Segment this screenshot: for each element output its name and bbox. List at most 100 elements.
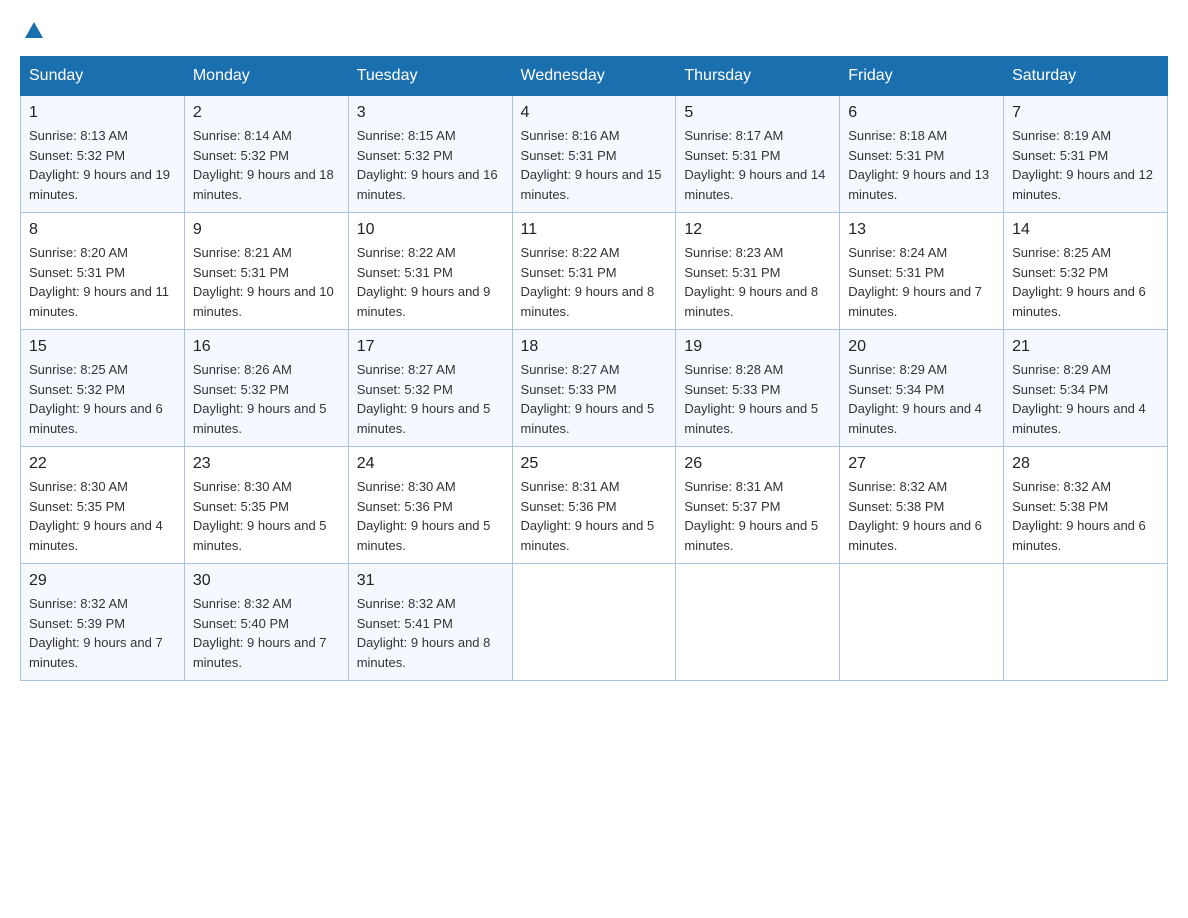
day-info: Sunrise: 8:31 AMSunset: 5:36 PMDaylight:… <box>521 479 655 553</box>
day-info: Sunrise: 8:32 AMSunset: 5:39 PMDaylight:… <box>29 596 163 670</box>
day-number: 30 <box>193 572 340 590</box>
day-cell <box>512 564 676 681</box>
header-cell-sunday: Sunday <box>21 57 185 96</box>
day-cell: 11 Sunrise: 8:22 AMSunset: 5:31 PMDaylig… <box>512 213 676 330</box>
day-cell: 20 Sunrise: 8:29 AMSunset: 5:34 PMDaylig… <box>840 330 1004 447</box>
day-cell: 30 Sunrise: 8:32 AMSunset: 5:40 PMDaylig… <box>184 564 348 681</box>
day-info: Sunrise: 8:20 AMSunset: 5:31 PMDaylight:… <box>29 245 169 319</box>
day-cell: 10 Sunrise: 8:22 AMSunset: 5:31 PMDaylig… <box>348 213 512 330</box>
day-cell: 26 Sunrise: 8:31 AMSunset: 5:37 PMDaylig… <box>676 447 840 564</box>
header-cell-wednesday: Wednesday <box>512 57 676 96</box>
day-info: Sunrise: 8:27 AMSunset: 5:33 PMDaylight:… <box>521 362 655 436</box>
day-info: Sunrise: 8:17 AMSunset: 5:31 PMDaylight:… <box>684 128 825 202</box>
day-cell: 6 Sunrise: 8:18 AMSunset: 5:31 PMDayligh… <box>840 96 1004 213</box>
day-cell: 4 Sunrise: 8:16 AMSunset: 5:31 PMDayligh… <box>512 96 676 213</box>
day-cell: 29 Sunrise: 8:32 AMSunset: 5:39 PMDaylig… <box>21 564 185 681</box>
day-number: 7 <box>1012 104 1159 122</box>
calendar-body: 1 Sunrise: 8:13 AMSunset: 5:32 PMDayligh… <box>21 96 1168 681</box>
day-info: Sunrise: 8:13 AMSunset: 5:32 PMDaylight:… <box>29 128 170 202</box>
day-cell: 17 Sunrise: 8:27 AMSunset: 5:32 PMDaylig… <box>348 330 512 447</box>
day-info: Sunrise: 8:32 AMSunset: 5:40 PMDaylight:… <box>193 596 327 670</box>
day-number: 27 <box>848 455 995 473</box>
day-number: 10 <box>357 221 504 239</box>
day-number: 1 <box>29 104 176 122</box>
week-row-4: 22 Sunrise: 8:30 AMSunset: 5:35 PMDaylig… <box>21 447 1168 564</box>
calendar-table: SundayMondayTuesdayWednesdayThursdayFrid… <box>20 56 1168 681</box>
day-number: 22 <box>29 455 176 473</box>
day-number: 13 <box>848 221 995 239</box>
day-cell: 22 Sunrise: 8:30 AMSunset: 5:35 PMDaylig… <box>21 447 185 564</box>
day-info: Sunrise: 8:30 AMSunset: 5:35 PMDaylight:… <box>29 479 163 553</box>
header <box>20 20 1168 38</box>
day-cell: 2 Sunrise: 8:14 AMSunset: 5:32 PMDayligh… <box>184 96 348 213</box>
day-number: 23 <box>193 455 340 473</box>
calendar-header: SundayMondayTuesdayWednesdayThursdayFrid… <box>21 57 1168 96</box>
day-info: Sunrise: 8:18 AMSunset: 5:31 PMDaylight:… <box>848 128 989 202</box>
day-info: Sunrise: 8:29 AMSunset: 5:34 PMDaylight:… <box>848 362 982 436</box>
day-number: 17 <box>357 338 504 356</box>
day-info: Sunrise: 8:32 AMSunset: 5:38 PMDaylight:… <box>1012 479 1146 553</box>
day-cell: 23 Sunrise: 8:30 AMSunset: 5:35 PMDaylig… <box>184 447 348 564</box>
logo-triangle-icon <box>25 22 43 38</box>
day-info: Sunrise: 8:22 AMSunset: 5:31 PMDaylight:… <box>521 245 655 319</box>
header-cell-monday: Monday <box>184 57 348 96</box>
day-number: 31 <box>357 572 504 590</box>
header-cell-saturday: Saturday <box>1004 57 1168 96</box>
day-info: Sunrise: 8:26 AMSunset: 5:32 PMDaylight:… <box>193 362 327 436</box>
day-number: 4 <box>521 104 668 122</box>
week-row-2: 8 Sunrise: 8:20 AMSunset: 5:31 PMDayligh… <box>21 213 1168 330</box>
day-info: Sunrise: 8:30 AMSunset: 5:35 PMDaylight:… <box>193 479 327 553</box>
day-info: Sunrise: 8:22 AMSunset: 5:31 PMDaylight:… <box>357 245 491 319</box>
day-cell: 28 Sunrise: 8:32 AMSunset: 5:38 PMDaylig… <box>1004 447 1168 564</box>
day-info: Sunrise: 8:16 AMSunset: 5:31 PMDaylight:… <box>521 128 662 202</box>
logo <box>20 20 43 38</box>
day-number: 28 <box>1012 455 1159 473</box>
day-info: Sunrise: 8:27 AMSunset: 5:32 PMDaylight:… <box>357 362 491 436</box>
day-info: Sunrise: 8:32 AMSunset: 5:38 PMDaylight:… <box>848 479 982 553</box>
day-number: 8 <box>29 221 176 239</box>
header-cell-friday: Friday <box>840 57 1004 96</box>
day-number: 9 <box>193 221 340 239</box>
header-row: SundayMondayTuesdayWednesdayThursdayFrid… <box>21 57 1168 96</box>
day-number: 25 <box>521 455 668 473</box>
day-cell <box>1004 564 1168 681</box>
day-number: 21 <box>1012 338 1159 356</box>
day-cell: 27 Sunrise: 8:32 AMSunset: 5:38 PMDaylig… <box>840 447 1004 564</box>
header-cell-thursday: Thursday <box>676 57 840 96</box>
day-number: 19 <box>684 338 831 356</box>
day-info: Sunrise: 8:29 AMSunset: 5:34 PMDaylight:… <box>1012 362 1146 436</box>
day-info: Sunrise: 8:25 AMSunset: 5:32 PMDaylight:… <box>1012 245 1146 319</box>
day-number: 11 <box>521 221 668 239</box>
day-info: Sunrise: 8:24 AMSunset: 5:31 PMDaylight:… <box>848 245 982 319</box>
day-number: 20 <box>848 338 995 356</box>
day-number: 16 <box>193 338 340 356</box>
day-number: 29 <box>29 572 176 590</box>
day-cell <box>840 564 1004 681</box>
day-info: Sunrise: 8:23 AMSunset: 5:31 PMDaylight:… <box>684 245 818 319</box>
week-row-5: 29 Sunrise: 8:32 AMSunset: 5:39 PMDaylig… <box>21 564 1168 681</box>
day-cell: 1 Sunrise: 8:13 AMSunset: 5:32 PMDayligh… <box>21 96 185 213</box>
day-info: Sunrise: 8:19 AMSunset: 5:31 PMDaylight:… <box>1012 128 1153 202</box>
day-number: 3 <box>357 104 504 122</box>
day-info: Sunrise: 8:28 AMSunset: 5:33 PMDaylight:… <box>684 362 818 436</box>
day-info: Sunrise: 8:30 AMSunset: 5:36 PMDaylight:… <box>357 479 491 553</box>
day-cell: 15 Sunrise: 8:25 AMSunset: 5:32 PMDaylig… <box>21 330 185 447</box>
day-info: Sunrise: 8:15 AMSunset: 5:32 PMDaylight:… <box>357 128 498 202</box>
day-cell: 3 Sunrise: 8:15 AMSunset: 5:32 PMDayligh… <box>348 96 512 213</box>
day-number: 5 <box>684 104 831 122</box>
day-number: 18 <box>521 338 668 356</box>
day-cell: 25 Sunrise: 8:31 AMSunset: 5:36 PMDaylig… <box>512 447 676 564</box>
day-cell: 19 Sunrise: 8:28 AMSunset: 5:33 PMDaylig… <box>676 330 840 447</box>
header-cell-tuesday: Tuesday <box>348 57 512 96</box>
day-cell: 31 Sunrise: 8:32 AMSunset: 5:41 PMDaylig… <box>348 564 512 681</box>
week-row-1: 1 Sunrise: 8:13 AMSunset: 5:32 PMDayligh… <box>21 96 1168 213</box>
day-number: 24 <box>357 455 504 473</box>
day-cell: 8 Sunrise: 8:20 AMSunset: 5:31 PMDayligh… <box>21 213 185 330</box>
day-cell: 24 Sunrise: 8:30 AMSunset: 5:36 PMDaylig… <box>348 447 512 564</box>
day-cell: 14 Sunrise: 8:25 AMSunset: 5:32 PMDaylig… <box>1004 213 1168 330</box>
day-cell: 5 Sunrise: 8:17 AMSunset: 5:31 PMDayligh… <box>676 96 840 213</box>
day-info: Sunrise: 8:32 AMSunset: 5:41 PMDaylight:… <box>357 596 491 670</box>
day-number: 6 <box>848 104 995 122</box>
day-cell <box>676 564 840 681</box>
day-cell: 16 Sunrise: 8:26 AMSunset: 5:32 PMDaylig… <box>184 330 348 447</box>
